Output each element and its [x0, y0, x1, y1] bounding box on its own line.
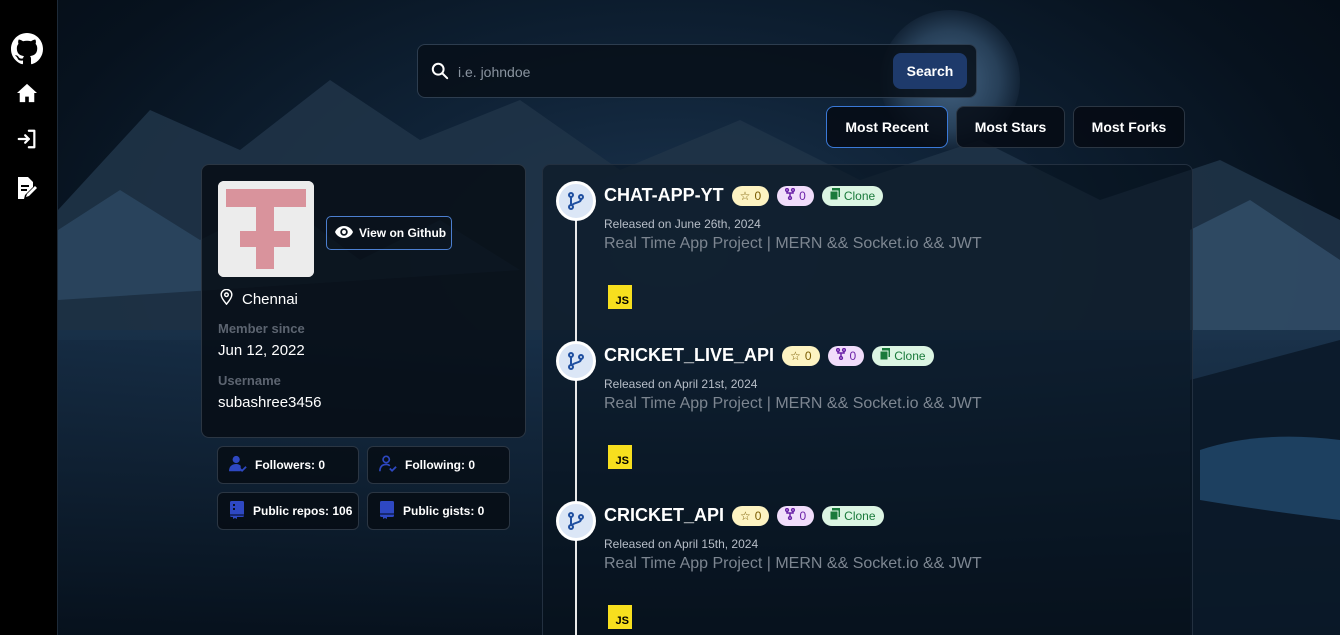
public-repos-text: Public repos: 106	[253, 504, 353, 518]
fork-icon	[835, 347, 846, 363]
repo-name-link[interactable]: CRICKET_API	[604, 505, 724, 526]
repo-list-panel: CHAT-APP-YT ☆ 0 0 Clone Released on June …	[542, 164, 1193, 635]
repo-description: Real Time App Project | MERN && Socket.i…	[604, 395, 982, 412]
git-branch-icon	[556, 181, 596, 221]
fork-count: 0	[849, 348, 857, 363]
copy-icon	[879, 348, 891, 363]
repo-book-icon	[229, 500, 245, 522]
star-count: 0	[804, 348, 812, 363]
sort-most-forks-button[interactable]: Most Forks	[1073, 106, 1185, 148]
profile-card: View on Github Chennai Member since Jun …	[201, 164, 526, 438]
repo-description: Real Time App Project | MERN && Socket.i…	[604, 235, 982, 252]
repo-item: CHAT-APP-YT ☆ 0 0 Clone Released on June …	[543, 181, 1193, 321]
username-label: Username	[218, 373, 281, 388]
map-pin-icon	[220, 288, 233, 309]
followers-text: Followers: 0	[255, 458, 326, 472]
fork-count: 0	[799, 508, 807, 523]
sort-most-recent-button[interactable]: Most Recent	[826, 106, 948, 148]
repo-release-date: Released on April 15th, 2024	[604, 537, 759, 551]
avatar	[218, 181, 314, 277]
username-value: subashree3456	[218, 394, 322, 411]
search-bar: Search	[417, 44, 977, 98]
clone-button[interactable]: Clone	[821, 185, 884, 206]
search-button[interactable]: Search	[893, 53, 967, 89]
copy-icon	[829, 188, 840, 203]
sort-most-stars-button[interactable]: Most Stars	[956, 106, 1065, 148]
javascript-language-badge: JS	[608, 445, 632, 469]
location-text: Chennai	[242, 290, 298, 308]
git-branch-icon	[556, 501, 596, 541]
clone-button[interactable]: Clone	[822, 505, 884, 526]
fork-count-badge: 0	[777, 185, 814, 206]
search-input[interactable]	[458, 58, 878, 86]
javascript-language-badge: JS	[608, 605, 632, 629]
home-icon[interactable]	[10, 76, 44, 110]
star-icon: ☆	[739, 188, 751, 203]
view-on-github-label: View on Github	[359, 226, 447, 240]
star-count-badge: ☆ 0	[732, 505, 770, 526]
sidebar	[0, 0, 58, 635]
user-check-icon	[229, 455, 247, 476]
repo-release-date: Released on April 21st, 2024	[604, 377, 758, 391]
search-icon	[431, 62, 449, 85]
fork-icon	[784, 187, 796, 203]
github-icon[interactable]	[10, 32, 44, 66]
fork-count-badge: 0	[827, 345, 865, 366]
star-icon: ☆	[790, 348, 801, 363]
clone-label: Clone	[843, 188, 876, 203]
clone-button[interactable]: Clone	[872, 345, 934, 366]
repo-item: CRICKET_LIVE_API ☆ 0 0 Clone Released on …	[543, 341, 1193, 481]
star-icon: ☆	[740, 508, 751, 523]
public-repos-stat: Public repos: 106	[217, 492, 359, 530]
public-gists-stat: Public gists: 0	[367, 492, 510, 530]
repo-name-link[interactable]: CRICKET_LIVE_API	[604, 345, 774, 366]
eye-icon	[335, 225, 353, 242]
gist-book-icon	[379, 500, 395, 522]
following-text: Following: 0	[405, 458, 475, 472]
star-count: 0	[754, 188, 762, 203]
copy-icon	[829, 508, 841, 523]
javascript-language-badge: JS	[608, 285, 632, 309]
login-icon[interactable]	[10, 122, 44, 156]
star-count: 0	[754, 508, 762, 523]
fork-icon	[785, 507, 796, 523]
location-row: Chennai	[220, 288, 298, 309]
repo-description: Real Time App Project | MERN && Socket.i…	[604, 555, 982, 572]
repo-release-date: Released on June 26th, 2024	[604, 217, 761, 231]
followers-stat: Followers: 0	[217, 446, 359, 484]
star-count-badge: ☆ 0	[782, 345, 820, 366]
clone-label: Clone	[894, 348, 926, 363]
member-since-label: Member since	[218, 321, 305, 336]
following-stat: Following: 0	[367, 446, 510, 484]
user-outline-check-icon	[379, 455, 397, 476]
signup-icon[interactable]	[10, 171, 44, 205]
star-count-badge: ☆ 0	[731, 185, 770, 206]
repo-item: CRICKET_API ☆ 0 0 Clone Released on April…	[543, 501, 1193, 635]
member-since-value: Jun 12, 2022	[218, 342, 305, 359]
view-on-github-button[interactable]: View on Github	[326, 216, 452, 250]
public-gists-text: Public gists: 0	[403, 504, 485, 518]
git-branch-icon	[556, 341, 596, 381]
repo-name-link[interactable]: CHAT-APP-YT	[604, 185, 724, 206]
clone-label: Clone	[844, 508, 876, 523]
fork-count-badge: 0	[777, 505, 815, 526]
fork-count: 0	[799, 188, 806, 203]
